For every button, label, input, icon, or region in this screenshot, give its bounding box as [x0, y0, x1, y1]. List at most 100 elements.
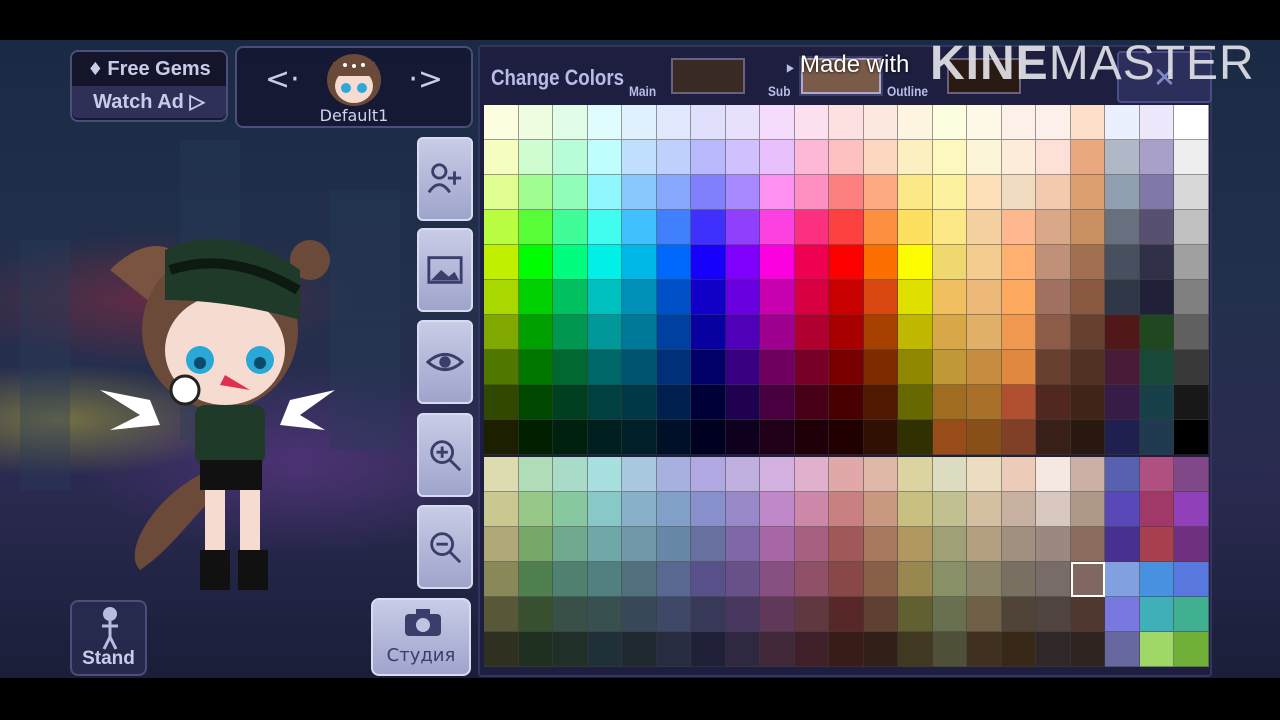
color-cell[interactable]: [863, 527, 898, 562]
color-cell[interactable]: [622, 597, 657, 632]
color-cell[interactable]: [1105, 280, 1140, 315]
color-cell[interactable]: [725, 420, 760, 455]
color-cell[interactable]: [1070, 350, 1105, 385]
color-cell[interactable]: [622, 527, 657, 562]
color-cell[interactable]: [1070, 457, 1105, 492]
color-cell[interactable]: [1105, 210, 1140, 245]
color-cell[interactable]: [863, 632, 898, 667]
color-cell[interactable]: [760, 105, 795, 140]
color-cell[interactable]: [967, 562, 1002, 597]
color-cell[interactable]: [518, 492, 553, 527]
color-cell[interactable]: [932, 562, 967, 597]
color-cell[interactable]: [553, 527, 588, 562]
color-cell[interactable]: [967, 280, 1002, 315]
color-cell[interactable]: [622, 350, 657, 385]
color-cell[interactable]: [794, 385, 829, 420]
color-cell[interactable]: [1174, 420, 1209, 455]
color-cell[interactable]: [622, 420, 657, 455]
color-cell[interactable]: [656, 245, 691, 280]
zoom-in-button[interactable]: [417, 413, 473, 497]
color-cell[interactable]: [760, 315, 795, 350]
color-cell[interactable]: [553, 140, 588, 175]
color-cell[interactable]: [898, 140, 933, 175]
color-cell[interactable]: [484, 385, 519, 420]
color-cell[interactable]: [829, 562, 864, 597]
color-cell[interactable]: [932, 420, 967, 455]
color-cell[interactable]: [760, 210, 795, 245]
color-cell[interactable]: [484, 457, 519, 492]
color-cell[interactable]: [898, 245, 933, 280]
color-cell[interactable]: [518, 105, 553, 140]
color-cell[interactable]: [1139, 105, 1174, 140]
color-cell[interactable]: [1036, 280, 1071, 315]
color-cell[interactable]: [691, 350, 726, 385]
color-cell[interactable]: [725, 632, 760, 667]
color-cell[interactable]: [967, 492, 1002, 527]
color-cell[interactable]: [760, 175, 795, 210]
color-cell[interactable]: [587, 175, 622, 210]
color-cell[interactable]: [587, 632, 622, 667]
color-cell[interactable]: [553, 492, 588, 527]
color-cell[interactable]: [932, 105, 967, 140]
color-cell[interactable]: [1139, 280, 1174, 315]
color-cell[interactable]: [656, 632, 691, 667]
color-cell[interactable]: [863, 315, 898, 350]
color-cell[interactable]: [484, 245, 519, 280]
color-cell[interactable]: [1105, 175, 1140, 210]
color-cell[interactable]: [1036, 175, 1071, 210]
color-cell[interactable]: [1070, 280, 1105, 315]
color-cell[interactable]: [967, 632, 1002, 667]
color-cell[interactable]: [898, 597, 933, 632]
color-cell[interactable]: [1174, 457, 1209, 492]
color-cell[interactable]: [829, 315, 864, 350]
color-cell[interactable]: [691, 562, 726, 597]
color-cell[interactable]: [484, 420, 519, 455]
color-cell[interactable]: [484, 527, 519, 562]
color-cell[interactable]: [518, 420, 553, 455]
color-cell[interactable]: [622, 140, 657, 175]
color-cell[interactable]: [1139, 527, 1174, 562]
color-cell[interactable]: [725, 210, 760, 245]
color-cell[interactable]: [1139, 597, 1174, 632]
color-cell[interactable]: [1105, 315, 1140, 350]
color-cell[interactable]: [932, 245, 967, 280]
color-cell[interactable]: [518, 527, 553, 562]
color-cell[interactable]: [1001, 457, 1036, 492]
color-cell[interactable]: [863, 140, 898, 175]
color-cell[interactable]: [484, 280, 519, 315]
color-cell[interactable]: [1174, 245, 1209, 280]
color-cell[interactable]: [1001, 210, 1036, 245]
color-cell[interactable]: [1139, 457, 1174, 492]
color-cell[interactable]: [622, 457, 657, 492]
color-cell[interactable]: [484, 315, 519, 350]
color-cell[interactable]: [794, 420, 829, 455]
color-cell[interactable]: [863, 597, 898, 632]
color-cell[interactable]: [898, 457, 933, 492]
color-cell[interactable]: [760, 457, 795, 492]
color-cell[interactable]: [725, 527, 760, 562]
color-cell[interactable]: [932, 527, 967, 562]
color-cell[interactable]: [1001, 175, 1036, 210]
color-cell[interactable]: [829, 457, 864, 492]
color-cell[interactable]: [518, 562, 553, 597]
color-cell[interactable]: [725, 562, 760, 597]
color-cell[interactable]: [967, 210, 1002, 245]
color-cell[interactable]: [1139, 210, 1174, 245]
color-cell[interactable]: [794, 280, 829, 315]
color-cell[interactable]: [518, 280, 553, 315]
color-cell[interactable]: [898, 492, 933, 527]
color-cell[interactable]: [898, 562, 933, 597]
color-cell[interactable]: [725, 105, 760, 140]
color-cell[interactable]: [725, 492, 760, 527]
color-cell[interactable]: [553, 597, 588, 632]
color-cell[interactable]: [760, 597, 795, 632]
color-cell[interactable]: [518, 457, 553, 492]
color-cell[interactable]: [1070, 315, 1105, 350]
color-cell[interactable]: [1036, 245, 1071, 280]
color-cell[interactable]: [898, 350, 933, 385]
color-cell[interactable]: [932, 385, 967, 420]
color-cell[interactable]: [1001, 492, 1036, 527]
color-cell[interactable]: [553, 457, 588, 492]
color-cell[interactable]: [553, 175, 588, 210]
color-cell[interactable]: [1139, 350, 1174, 385]
